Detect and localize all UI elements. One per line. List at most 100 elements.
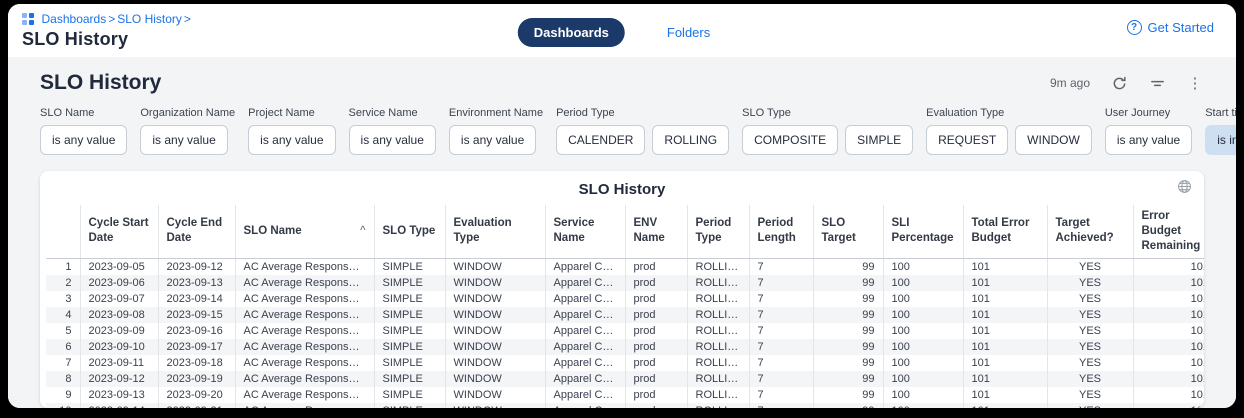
table-cell[interactable]: SIMPLE — [374, 323, 445, 339]
table-cell[interactable]: prod — [625, 387, 687, 403]
table-cell[interactable]: 101 — [963, 291, 1047, 307]
table-cell[interactable]: AC Average Response Time — [235, 339, 374, 355]
table-cell[interactable]: 101 — [963, 275, 1047, 291]
table-cell[interactable]: ROLLING — [687, 275, 749, 291]
table-cell[interactable]: 9 — [46, 387, 80, 403]
table-cell[interactable]: 7 — [749, 258, 813, 275]
filter-value-chip[interactable]: ROLLING — [652, 125, 729, 155]
table-cell[interactable]: 6 — [46, 339, 80, 355]
table-cell[interactable]: 101 — [1133, 291, 1204, 307]
table-cell[interactable]: 7 — [749, 403, 813, 408]
table-cell[interactable]: YES — [1047, 403, 1133, 408]
table-cell[interactable]: 10 — [46, 403, 80, 408]
table-cell[interactable]: WINDOW — [445, 291, 545, 307]
table-cell[interactable]: 100 — [883, 339, 963, 355]
table-cell[interactable]: 2023-09-07 — [80, 291, 158, 307]
column-header[interactable]: Error Budget Remaining — [1133, 205, 1204, 258]
table-cell[interactable]: 99 — [813, 355, 883, 371]
table-cell[interactable]: AC Average Response Time — [235, 307, 374, 323]
table-cell[interactable]: Apparel Catal... — [545, 403, 625, 408]
table-cell[interactable]: Apparel Catal... — [545, 387, 625, 403]
table-cell[interactable]: ROLLING — [687, 291, 749, 307]
table-cell[interactable]: 3 — [46, 291, 80, 307]
table-cell[interactable]: 2023-09-21 — [158, 403, 235, 408]
table-cell[interactable]: 100 — [883, 371, 963, 387]
table-cell[interactable]: 2 — [46, 275, 80, 291]
table-cell[interactable]: 2023-09-13 — [80, 387, 158, 403]
column-header[interactable]: SLO Type — [374, 205, 445, 258]
table-cell[interactable]: Apparel Catal... — [545, 275, 625, 291]
column-header[interactable]: Period Type — [687, 205, 749, 258]
table-cell[interactable]: prod — [625, 275, 687, 291]
table-cell[interactable]: ROLLING — [687, 371, 749, 387]
table-cell[interactable]: 7 — [749, 291, 813, 307]
table-cell[interactable]: 8 — [46, 371, 80, 387]
table-cell[interactable]: 101 — [1133, 339, 1204, 355]
table-cell[interactable]: YES — [1047, 339, 1133, 355]
table-cell[interactable]: 2023-09-12 — [80, 371, 158, 387]
filter-value-chip[interactable]: is in the last 2 months — [1205, 125, 1236, 155]
table-cell[interactable]: 2023-09-12 — [158, 258, 235, 275]
table-cell[interactable]: AC Average Response Time — [235, 387, 374, 403]
table-cell[interactable]: AC Average Response Time — [235, 355, 374, 371]
table-cell[interactable]: ROLLING — [687, 355, 749, 371]
table-cell[interactable]: 2023-09-11 — [80, 355, 158, 371]
table-cell[interactable]: Apparel Catal... — [545, 355, 625, 371]
table-cell[interactable]: Apparel Catal... — [545, 258, 625, 275]
table-cell[interactable]: AC Average Response Time — [235, 275, 374, 291]
table-cell[interactable]: prod — [625, 291, 687, 307]
table-cell[interactable]: prod — [625, 339, 687, 355]
column-header[interactable]: Service Name — [545, 205, 625, 258]
table-cell[interactable]: SIMPLE — [374, 387, 445, 403]
table-cell[interactable]: 2023-09-20 — [158, 387, 235, 403]
table-cell[interactable]: 100 — [883, 291, 963, 307]
table-cell[interactable]: Apparel Catal... — [545, 291, 625, 307]
table-cell[interactable]: AC Average Response Time — [235, 371, 374, 387]
filter-value-chip[interactable]: is any value — [40, 125, 127, 155]
column-header[interactable]: SLO Name^ — [235, 205, 374, 258]
table-cell[interactable]: YES — [1047, 355, 1133, 371]
table-cell[interactable]: 101 — [963, 323, 1047, 339]
refresh-icon[interactable] — [1110, 74, 1128, 92]
table-cell[interactable]: 99 — [813, 291, 883, 307]
table-cell[interactable]: WINDOW — [445, 355, 545, 371]
table-cell[interactable]: 101 — [963, 355, 1047, 371]
column-header[interactable]: Cycle Start Date — [80, 205, 158, 258]
filter-value-chip[interactable]: is any value — [449, 125, 536, 155]
table-cell[interactable]: 2023-09-05 — [80, 258, 158, 275]
table-cell[interactable]: SIMPLE — [374, 355, 445, 371]
table-cell[interactable]: YES — [1047, 258, 1133, 275]
filter-value-chip[interactable]: is any value — [248, 125, 335, 155]
table-cell[interactable]: 101 — [963, 387, 1047, 403]
kebab-menu-icon[interactable]: ⋮ — [1186, 74, 1204, 92]
table-cell[interactable]: 2023-09-18 — [158, 355, 235, 371]
table-cell[interactable]: 101 — [963, 258, 1047, 275]
table-cell[interactable]: prod — [625, 307, 687, 323]
table-cell[interactable]: 2023-09-15 — [158, 307, 235, 323]
table-cell[interactable]: 7 — [749, 275, 813, 291]
table-cell[interactable]: 2023-09-16 — [158, 323, 235, 339]
globe-icon[interactable] — [1177, 179, 1192, 199]
breadcrumb-item[interactable]: SLO History — [117, 12, 182, 26]
table-cell[interactable]: prod — [625, 371, 687, 387]
filter-value-chip[interactable]: REQUEST — [926, 125, 1008, 155]
sort-asc-icon[interactable]: ^ — [360, 224, 365, 239]
table-cell[interactable]: 100 — [883, 403, 963, 408]
table-cell[interactable]: ROLLING — [687, 258, 749, 275]
table-cell[interactable]: WINDOW — [445, 403, 545, 408]
table-cell[interactable]: 2023-09-09 — [80, 323, 158, 339]
filter-value-chip[interactable]: is any value — [140, 125, 227, 155]
table-cell[interactable]: 2023-09-08 — [80, 307, 158, 323]
table-cell[interactable]: YES — [1047, 307, 1133, 323]
table-cell[interactable]: 4 — [46, 307, 80, 323]
table-cell[interactable]: WINDOW — [445, 323, 545, 339]
table-cell[interactable]: 101 — [1133, 387, 1204, 403]
table-cell[interactable]: 101 — [963, 403, 1047, 408]
table-cell[interactable]: 7 — [749, 387, 813, 403]
filter-value-chip[interactable]: SIMPLE — [845, 125, 913, 155]
table-cell[interactable]: 7 — [749, 339, 813, 355]
table-cell[interactable]: 100 — [883, 387, 963, 403]
table-cell[interactable]: Apparel Catal... — [545, 339, 625, 355]
column-header[interactable]: SLI Percentage — [883, 205, 963, 258]
table-cell[interactable]: prod — [625, 403, 687, 408]
